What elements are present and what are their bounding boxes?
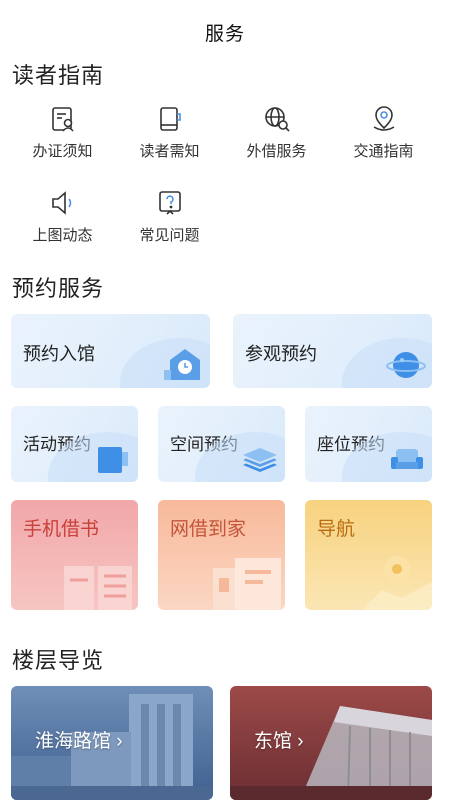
activity-booking-card[interactable]: 活动预约 xyxy=(11,406,138,482)
floor-card-huaihai[interactable]: 淮海路馆 › xyxy=(11,686,213,800)
guide-item-label: 上图动态 xyxy=(32,227,93,244)
section-title-booking: 预约服务 xyxy=(12,276,105,301)
guide-item-news[interactable]: 上图动态 xyxy=(10,184,115,268)
guide-item-faq[interactable]: 常见问题 xyxy=(117,184,222,268)
navigation-label: 导航 xyxy=(317,519,356,540)
open-book-icon xyxy=(64,566,132,610)
globe-search-icon xyxy=(264,107,290,132)
guide-item-card-notice[interactable]: 办证须知 xyxy=(10,100,115,184)
guide-grid: 办证须知 读者需知 外借服务 交通指南 上图动态 常见问题 xyxy=(10,100,440,268)
floor-label-east: 东馆 › xyxy=(254,731,304,752)
page-title: 服务 xyxy=(204,23,245,45)
house-delivery-icon xyxy=(213,558,281,610)
calendar-book-icon xyxy=(98,447,128,473)
guide-item-reader-notice[interactable]: 读者需知 xyxy=(117,100,222,184)
online-borrow-card[interactable]: 网借到家 xyxy=(158,500,285,610)
activity-booking-label: 活动预约 xyxy=(23,435,91,454)
map-pin-icon xyxy=(362,556,432,610)
question-icon xyxy=(158,191,181,215)
guide-item-lending[interactable]: 外借服务 xyxy=(224,100,329,184)
planet-icon xyxy=(386,352,426,378)
building-clock-icon xyxy=(164,349,200,380)
guide-item-label: 办证须知 xyxy=(32,143,93,160)
guide-item-label: 外借服务 xyxy=(246,143,307,160)
section-title-guide: 读者指南 xyxy=(12,63,105,88)
visit-booking-card[interactable]: 参观预约 xyxy=(233,314,432,388)
floor-card-east[interactable]: 东馆 › xyxy=(230,686,432,800)
section-title-floors: 楼层导览 xyxy=(12,648,105,673)
speaker-icon xyxy=(51,191,71,215)
id-card-icon xyxy=(51,107,74,132)
library-entry-card[interactable]: 预约入馆 xyxy=(11,314,210,388)
online-borrow-label: 网借到家 xyxy=(170,519,247,540)
navigation-card[interactable]: 导航 xyxy=(305,500,432,610)
mobile-borrow-card[interactable]: 手机借书 xyxy=(11,500,138,610)
book-icon xyxy=(159,107,181,131)
seat-booking-label: 座位预约 xyxy=(317,435,385,454)
guide-item-label: 读者需知 xyxy=(139,143,200,160)
guide-item-label: 常见问题 xyxy=(139,227,200,244)
app-header: 服务 xyxy=(0,0,450,64)
sofa-icon xyxy=(391,449,423,469)
space-booking-label: 空间预约 xyxy=(170,435,238,454)
seat-booking-card[interactable]: 座位预约 xyxy=(305,406,432,482)
visit-booking-label: 参观预约 xyxy=(245,344,317,364)
layers-icon xyxy=(243,448,277,472)
guide-item-label: 交通指南 xyxy=(353,143,414,160)
space-booking-card[interactable]: 空间预约 xyxy=(158,406,285,482)
library-entry-label: 预约入馆 xyxy=(23,344,95,364)
floor-label-huaihai: 淮海路馆 › xyxy=(35,731,123,752)
mobile-borrow-label: 手机借书 xyxy=(23,519,100,540)
location-pin-icon xyxy=(373,106,394,131)
guide-item-transport[interactable]: 交通指南 xyxy=(331,100,436,184)
